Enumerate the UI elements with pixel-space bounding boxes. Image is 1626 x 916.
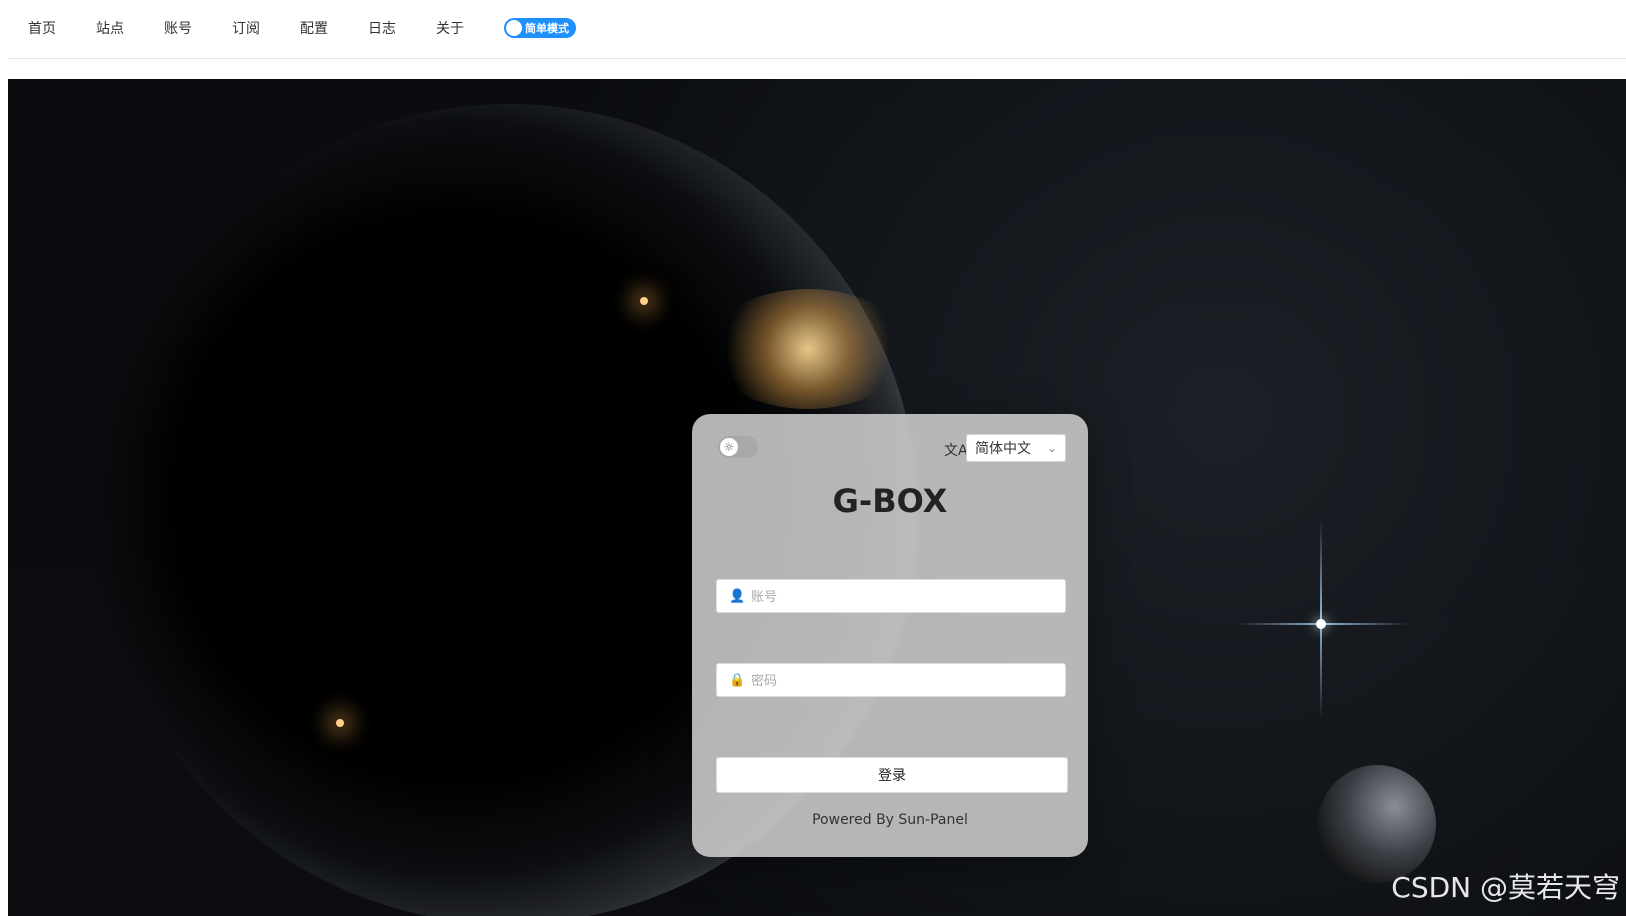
username-field[interactable]: 👤 — [716, 579, 1066, 613]
nav-item-config[interactable]: 配置 — [300, 18, 328, 38]
nav-divider — [8, 58, 1626, 59]
chevron-down-icon: ⌄ — [1046, 441, 1057, 455]
theme-toggle[interactable]: ☼ — [718, 436, 758, 458]
top-nav: 首页 站点 账号 订阅 配置 日志 关于 简单模式 — [0, 0, 1626, 56]
nav-item-sites[interactable]: 站点 — [96, 18, 124, 38]
watermark-text: CSDN @莫若天穹 — [1391, 871, 1620, 904]
planet-rim-glow — [708, 289, 908, 409]
nav-item-about[interactable]: 关于 — [436, 18, 464, 38]
password-input[interactable] — [749, 664, 1065, 696]
lock-icon: 🔒 — [729, 672, 746, 688]
nav-item-subscriptions[interactable]: 订阅 — [232, 18, 260, 38]
language-select[interactable]: 简体中文 ⌄ — [966, 434, 1066, 462]
sun-icon: ☼ — [720, 438, 738, 456]
password-field[interactable]: 🔒 — [716, 663, 1066, 697]
nav-item-logs[interactable]: 日志 — [368, 18, 396, 38]
nav-item-accounts[interactable]: 账号 — [164, 18, 192, 38]
app-title: G-BOX — [832, 482, 948, 520]
login-button[interactable]: 登录 — [716, 757, 1068, 793]
toggle-knob — [506, 20, 522, 36]
city-light-1 — [640, 297, 648, 305]
nav-item-home[interactable]: 首页 — [28, 18, 56, 38]
content-area: ☼ 文A 简体中文 ⌄ G-BOX 👤 🔒 登录 Powered By Sun-… — [8, 79, 1626, 916]
powered-by: Powered By Sun-Panel — [812, 812, 968, 828]
user-icon: 👤 — [729, 588, 746, 604]
language-value: 简体中文 — [975, 441, 1031, 457]
bright-star — [1316, 619, 1326, 629]
username-input[interactable] — [749, 580, 1065, 612]
translate-icon: 文A — [944, 443, 968, 459]
city-light-2 — [336, 719, 344, 727]
login-card: ☼ 文A 简体中文 ⌄ G-BOX 👤 🔒 登录 Powered By Sun-… — [692, 414, 1088, 857]
simple-mode-toggle[interactable]: 简单模式 — [504, 18, 576, 38]
simple-mode-label: 简单模式 — [525, 22, 569, 35]
